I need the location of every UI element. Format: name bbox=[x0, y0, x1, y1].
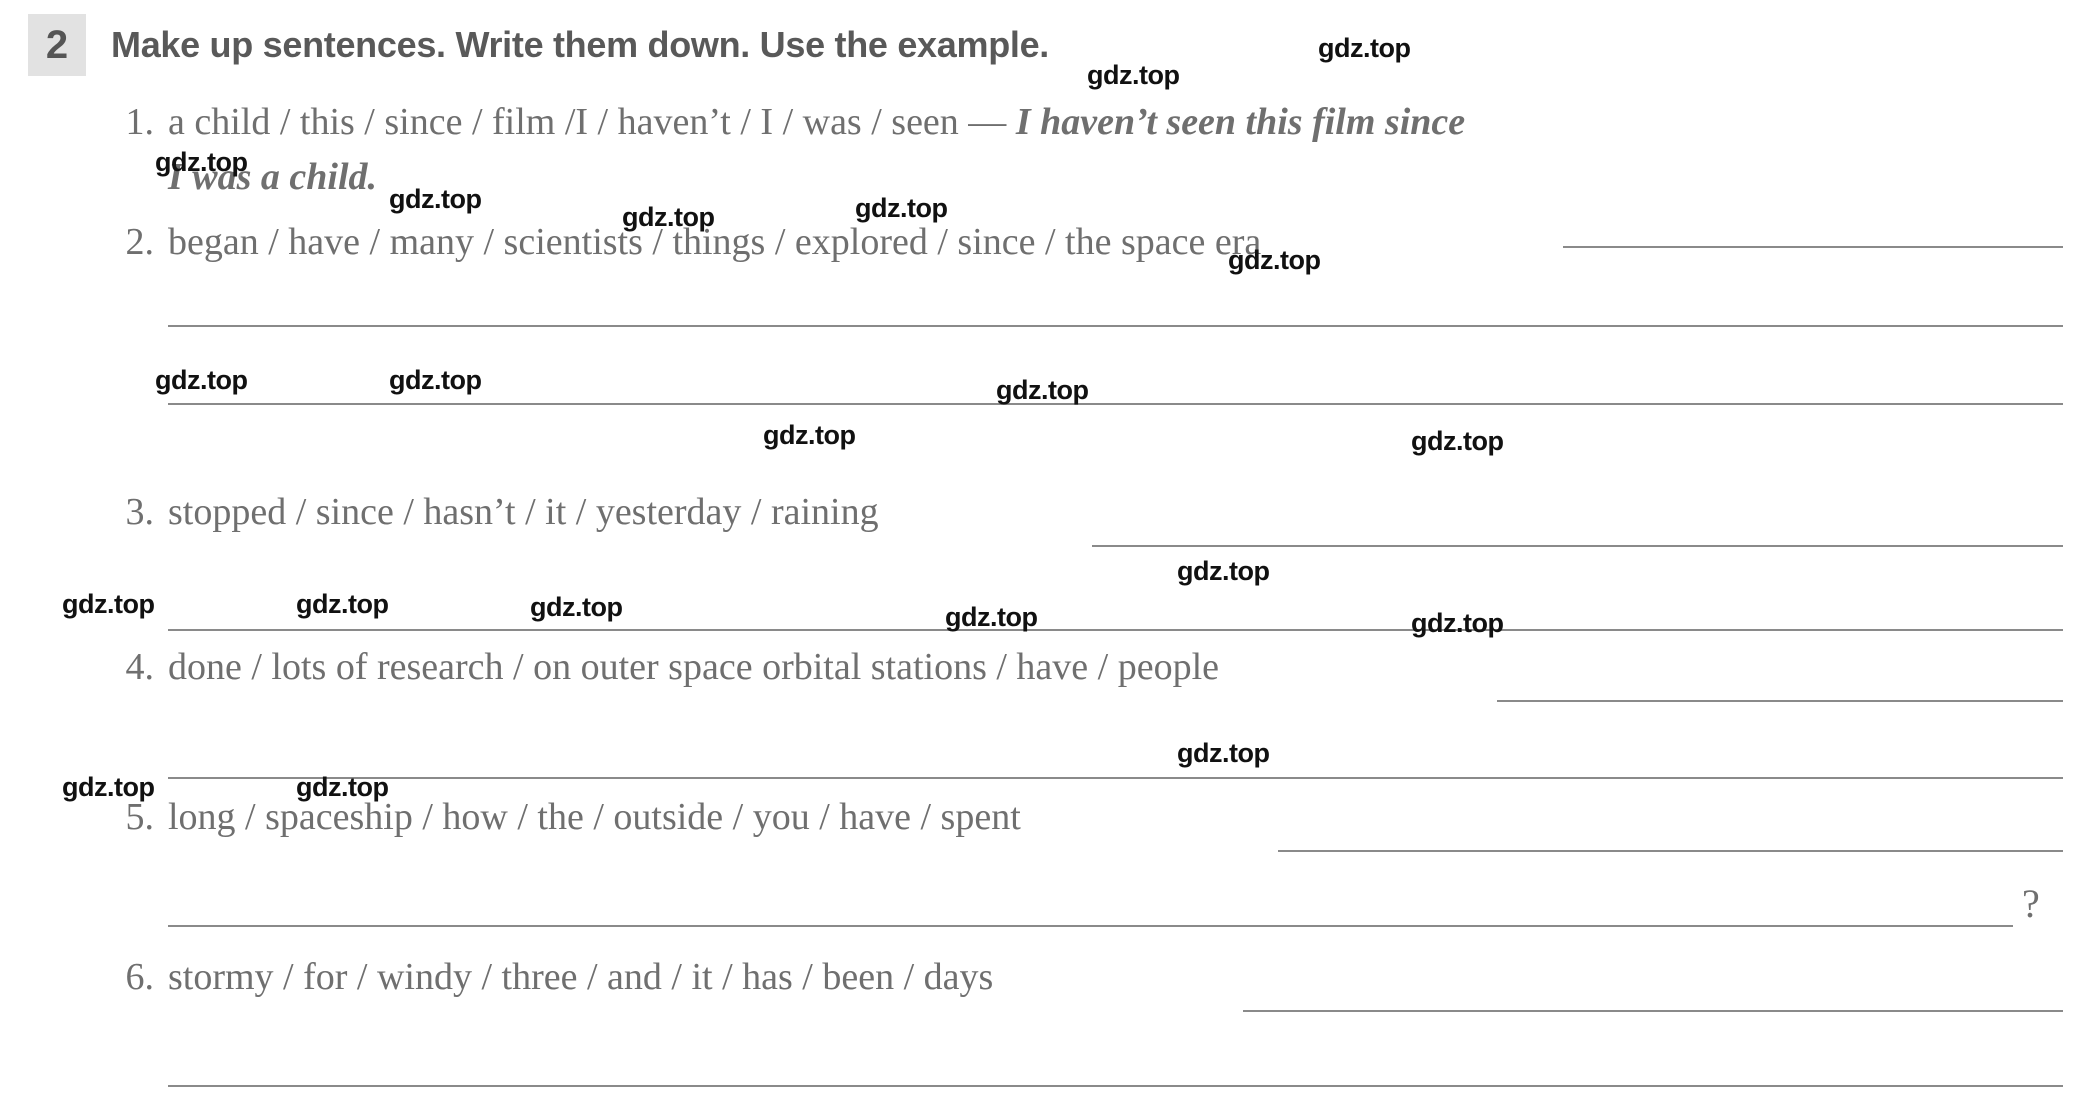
task-2-blank-3[interactable] bbox=[168, 403, 2063, 405]
task-item-6: 6. stormy / for / windy / three / and / … bbox=[0, 955, 2073, 1011]
watermark: gdz.top bbox=[296, 589, 389, 619]
task-2-blank-2[interactable] bbox=[168, 325, 2063, 327]
watermark: gdz.top bbox=[62, 772, 155, 802]
watermark: gdz.top bbox=[1411, 426, 1504, 456]
watermark: gdz.top bbox=[763, 420, 856, 450]
task-6-number: 6. bbox=[125, 956, 155, 998]
task-4-blank-2[interactable] bbox=[168, 777, 2063, 779]
watermark: gdz.top bbox=[389, 184, 482, 214]
task-4-number: 4. bbox=[125, 646, 155, 688]
watermark: gdz.top bbox=[62, 589, 155, 619]
task-1-first-line: 1. a child / this / since / film /I / ha… bbox=[0, 100, 2073, 156]
task-2-first-line: 2. began / have / many / scientists / th… bbox=[0, 220, 2073, 276]
watermark: gdz.top bbox=[155, 365, 248, 395]
task-item-3: 3. stopped / since / hasn’t / it / yeste… bbox=[0, 490, 2073, 546]
task-3-number: 3. bbox=[125, 491, 155, 533]
task-2-number: 2. bbox=[125, 221, 155, 263]
task-item-5: 5. long / spaceship / how / the / outsid… bbox=[0, 795, 2073, 851]
task-item-2: 2. began / have / many / scientists / th… bbox=[0, 220, 2073, 276]
task-3-blank-1[interactable] bbox=[1092, 545, 2063, 547]
task-item-1: 1. a child / this / since / film /I / ha… bbox=[0, 100, 2073, 156]
task-3-prompt: stopped / since / hasn’t / it / yesterda… bbox=[168, 491, 879, 533]
task-5-blank-2[interactable] bbox=[168, 925, 2013, 927]
task-3-first-line: 3. stopped / since / hasn’t / it / yeste… bbox=[0, 490, 2073, 546]
watermark: gdz.top bbox=[155, 147, 248, 177]
exercise-title: Make up sentences. Write them down. Use … bbox=[111, 24, 1050, 65]
watermark: gdz.top bbox=[530, 592, 623, 622]
watermark: gdz.top bbox=[1228, 245, 1321, 275]
task-2-prompt: began / have / many / scientists / thing… bbox=[168, 221, 1262, 263]
watermark: gdz.top bbox=[855, 193, 948, 223]
task-4-blank-1[interactable] bbox=[1497, 700, 2063, 702]
task-6-blank-1[interactable] bbox=[1243, 1010, 2063, 1012]
exercise-header: 2 Make up sentences. Write them down. Us… bbox=[28, 14, 1049, 76]
watermark: gdz.top bbox=[945, 602, 1038, 632]
watermark: gdz.top bbox=[622, 202, 715, 232]
task-1-prompt-text: a child / this / since / film /I / haven… bbox=[168, 101, 1016, 143]
task-5-question-mark: ? bbox=[2022, 881, 2040, 926]
task-4-prompt: done / lots of research / on outer space… bbox=[168, 646, 1220, 688]
exercise-number-badge: 2 bbox=[28, 14, 86, 76]
watermark: gdz.top bbox=[1318, 33, 1411, 63]
task-6-first-line: 6. stormy / for / windy / three / and / … bbox=[0, 955, 2073, 1011]
watermark: gdz.top bbox=[389, 365, 482, 395]
task-6-prompt: stormy / for / windy / three / and / it … bbox=[168, 956, 994, 998]
task-3-blank-2[interactable] bbox=[168, 629, 2063, 631]
watermark: gdz.top bbox=[296, 772, 389, 802]
watermark: gdz.top bbox=[1177, 738, 1270, 768]
task-1-answer-line-1: I haven’t seen this film since bbox=[1015, 101, 1466, 143]
task-item-4: 4. done / lots of research / on outer sp… bbox=[0, 645, 2073, 701]
watermark: gdz.top bbox=[1411, 608, 1504, 638]
task-5-blank-1[interactable] bbox=[1278, 850, 2063, 852]
task-6-blank-2[interactable] bbox=[168, 1085, 2063, 1087]
worksheet-page: 2 Make up sentences. Write them down. Us… bbox=[0, 0, 2073, 1110]
watermark: gdz.top bbox=[996, 375, 1089, 405]
watermark: gdz.top bbox=[1177, 556, 1270, 586]
exercise-number: 2 bbox=[45, 23, 69, 67]
task-2-blank-1[interactable] bbox=[1563, 246, 2063, 248]
task-1-prompt: a child / this / since / film /I / haven… bbox=[168, 100, 1465, 144]
task-4-first-line: 4. done / lots of research / on outer sp… bbox=[0, 645, 2073, 701]
task-1-number: 1. bbox=[125, 101, 155, 143]
watermark: gdz.top bbox=[1087, 60, 1180, 90]
task-5-first-line: 5. long / spaceship / how / the / outsid… bbox=[0, 795, 2073, 851]
